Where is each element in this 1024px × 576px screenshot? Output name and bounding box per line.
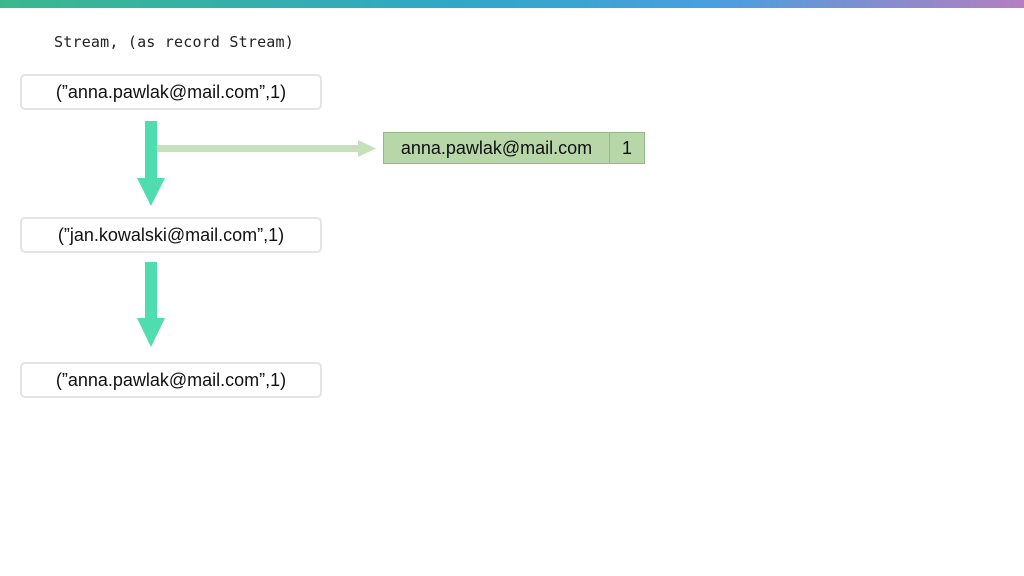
state-table-key-cell: anna.pawlak@mail.com xyxy=(384,133,610,163)
stream-record-2-label: (”jan.kowalski@mail.com”,1) xyxy=(57,224,285,245)
stream-record-3-label: (”anna.pawlak@mail.com”,1) xyxy=(55,369,287,390)
side-arrow-to-table xyxy=(157,140,376,157)
diagram-title: Stream, (as record Stream) xyxy=(54,33,294,51)
stream-record-1: (”anna.pawlak@mail.com”,1) xyxy=(20,74,322,110)
down-arrow-2 xyxy=(137,262,165,347)
top-accent-bar xyxy=(0,0,1024,8)
state-table: anna.pawlak@mail.com 1 xyxy=(383,132,645,164)
state-table-value-cell: 1 xyxy=(621,137,632,158)
stream-record-1-label: (”anna.pawlak@mail.com”,1) xyxy=(55,81,287,102)
stream-record-3: (”anna.pawlak@mail.com”,1) xyxy=(20,362,322,398)
stream-record-2: (”jan.kowalski@mail.com”,1) xyxy=(20,217,322,253)
down-arrow-1 xyxy=(137,121,165,206)
